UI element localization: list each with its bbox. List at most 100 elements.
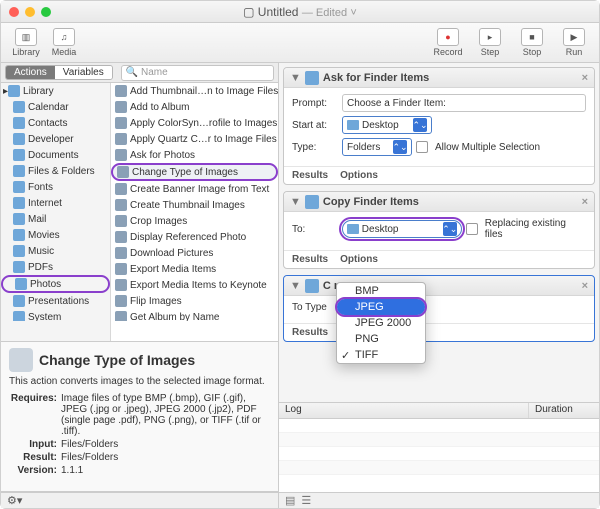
library-item-mail[interactable]: Mail xyxy=(1,211,110,227)
record-icon: ● xyxy=(437,28,459,46)
label-to-type: To Type xyxy=(292,302,338,313)
action-item[interactable]: Get Album by Name xyxy=(111,309,278,321)
action-item[interactable]: Export Media Items to Keynote xyxy=(111,277,278,293)
tab-variables[interactable]: Variables xyxy=(55,66,112,79)
action-item[interactable]: Display Referenced Photo xyxy=(111,229,278,245)
library-list[interactable]: ▸ LibraryCalendarContactsDeveloperDocume… xyxy=(1,83,110,321)
popup-arrow-icon: ⌃⌄ xyxy=(393,140,407,154)
library-item-photos[interactable]: Photos xyxy=(1,275,110,293)
step-change-type-of-images[interactable]: ▼ C nages × To Type BMPJPEGJPEG 2000PNG✓… xyxy=(283,275,595,342)
action-info-title: Change Type of Images xyxy=(39,352,195,368)
titlebar: ▢ Untitled — Edited ˅ xyxy=(1,1,599,23)
prompt-input[interactable]: Choose a Finder Item: xyxy=(342,94,586,112)
allow-multiple-label: Allow Multiple Selection xyxy=(435,142,540,153)
replacing-label: Replacing existing files xyxy=(485,218,586,240)
to-popup[interactable]: Desktop⌃⌄ xyxy=(342,220,462,238)
gear-icon[interactable]: ⚙︎▾ xyxy=(7,494,22,507)
library-item-internet[interactable]: Internet xyxy=(1,195,110,211)
action-info-desc: This action converts images to the selec… xyxy=(9,376,270,387)
log-column-header[interactable]: Log xyxy=(279,403,529,418)
results-button[interactable]: Results xyxy=(292,170,328,181)
run-icon: ▶ xyxy=(563,28,585,46)
run-button[interactable]: ▶Run xyxy=(555,28,593,57)
library-item-contacts[interactable]: Contacts xyxy=(1,115,110,131)
disclosure-icon[interactable]: ▼ xyxy=(290,196,301,208)
library-item-calendar[interactable]: Calendar xyxy=(1,99,110,115)
disclosure-icon[interactable]: ▼ xyxy=(290,72,301,84)
options-button[interactable]: Options xyxy=(340,170,378,181)
duration-column-header[interactable]: Duration xyxy=(529,403,599,418)
library-item-documents[interactable]: Documents xyxy=(1,147,110,163)
library-item-developer[interactable]: Developer xyxy=(1,131,110,147)
dropdown-item-bmp[interactable]: BMP xyxy=(337,283,425,299)
dropdown-item-jpeg[interactable]: JPEG xyxy=(337,299,425,315)
action-item[interactable]: Apply ColorSyn…rofile to Images xyxy=(111,115,278,131)
search-icon: 🔍 xyxy=(126,67,138,78)
action-item[interactable]: Create Banner Image from Text xyxy=(111,181,278,197)
dropdown-item-jpeg-2000[interactable]: JPEG 2000 xyxy=(337,315,425,331)
options-button[interactable]: Options xyxy=(340,254,378,265)
label-type: Type: xyxy=(292,142,338,153)
stop-button[interactable]: ■Stop xyxy=(513,28,551,57)
library-icon: ▥ xyxy=(15,28,37,46)
step-icon: ▸ xyxy=(479,28,501,46)
action-item[interactable]: Add to Album xyxy=(111,99,278,115)
popup-arrow-icon: ⌃⌄ xyxy=(443,222,457,236)
results-button[interactable]: Results xyxy=(292,254,328,265)
action-item[interactable]: Ask for Photos xyxy=(111,147,278,163)
library-item-movies[interactable]: Movies xyxy=(1,227,110,243)
record-button[interactable]: ●Record xyxy=(429,28,467,57)
library-item-system[interactable]: System xyxy=(1,309,110,321)
action-item[interactable]: Apply Quartz C…r to Image Files xyxy=(111,131,278,147)
media-button[interactable]: ♫ Media xyxy=(45,28,83,57)
label-prompt: Prompt: xyxy=(292,98,338,109)
library-item-pdfs[interactable]: PDFs xyxy=(1,259,110,275)
action-item[interactable]: Create Thumbnail Images xyxy=(111,197,278,213)
log-list-icon[interactable]: ☰ xyxy=(301,494,311,507)
workflow-area[interactable]: ▼ Ask for Finder Items × Prompt: Choose … xyxy=(279,63,599,402)
type-dropdown[interactable]: BMPJPEGJPEG 2000PNG✓TIFF xyxy=(336,282,426,364)
library-button[interactable]: ▥ Library xyxy=(7,28,45,57)
library-item-music[interactable]: Music xyxy=(1,243,110,259)
close-icon[interactable]: × xyxy=(582,280,588,292)
search-input[interactable]: 🔍 Name xyxy=(121,65,274,81)
title-text: Untitled xyxy=(258,5,299,19)
label-to: To: xyxy=(292,224,338,235)
library-item-files-folders[interactable]: Files & Folders xyxy=(1,163,110,179)
library-item-presentations[interactable]: Presentations xyxy=(1,293,110,309)
step-ask-for-finder-items[interactable]: ▼ Ask for Finder Items × Prompt: Choose … xyxy=(283,67,595,185)
step-button[interactable]: ▸Step xyxy=(471,28,509,57)
action-item[interactable]: Download Pictures xyxy=(111,245,278,261)
allow-multiple-checkbox[interactable] xyxy=(416,141,428,153)
title-chevron-icon[interactable]: ˅ xyxy=(350,7,356,19)
results-button[interactable]: Results xyxy=(292,327,328,338)
replacing-checkbox[interactable] xyxy=(466,223,478,235)
action-item[interactable]: Export Media Items xyxy=(111,261,278,277)
close-icon[interactable]: × xyxy=(582,72,588,84)
label-start-at: Start at: xyxy=(292,120,338,131)
step-title: Copy Finder Items xyxy=(323,196,419,208)
step-title: Ask for Finder Items xyxy=(323,72,429,84)
dropdown-item-png[interactable]: PNG xyxy=(337,331,425,347)
preview-icon xyxy=(305,279,319,293)
tab-actions[interactable]: Actions xyxy=(6,66,55,79)
actions-list[interactable]: Add Thumbnail…n to Image FilesAdd to Alb… xyxy=(111,83,278,321)
type-popup[interactable]: Folders⌃⌄ xyxy=(342,138,412,156)
folder-icon xyxy=(347,224,359,234)
dropdown-item-tiff[interactable]: ✓TIFF xyxy=(337,347,425,363)
log-view-icon[interactable]: ▤ xyxy=(285,494,295,507)
action-item[interactable]: Crop Images xyxy=(111,213,278,229)
media-icon: ♫ xyxy=(53,28,75,46)
action-item[interactable]: Change Type of Images xyxy=(111,163,278,181)
finder-icon xyxy=(305,71,319,85)
log-panel: Log Duration xyxy=(279,402,599,492)
close-icon[interactable]: × xyxy=(582,196,588,208)
step-copy-finder-items[interactable]: ▼ Copy Finder Items × To: Desktop⌃⌄ Repl… xyxy=(283,191,595,269)
start-at-popup[interactable]: Desktop⌃⌄ xyxy=(342,116,432,134)
action-info-panel: Change Type of Images This action conver… xyxy=(1,342,278,492)
library-item-fonts[interactable]: Fonts xyxy=(1,179,110,195)
action-item[interactable]: Flip Images xyxy=(111,293,278,309)
action-item[interactable]: Add Thumbnail…n to Image Files xyxy=(111,83,278,99)
disclosure-icon[interactable]: ▼ xyxy=(290,280,301,292)
input-value: Files/Folders xyxy=(61,439,270,450)
